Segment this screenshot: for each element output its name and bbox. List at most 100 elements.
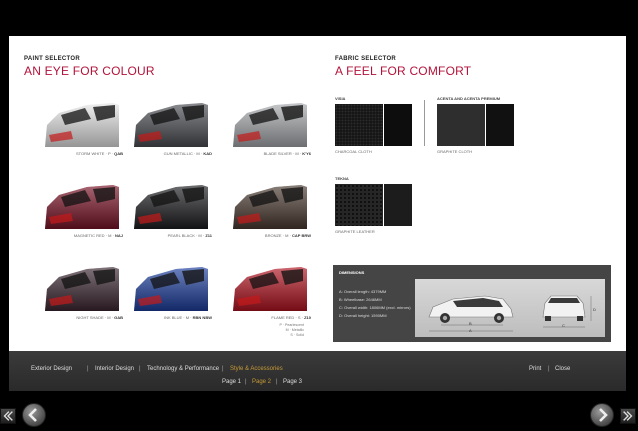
double-chevron-right-icon: [623, 411, 633, 421]
arrow-left-icon: [28, 408, 37, 422]
nav-separator: |: [87, 366, 89, 372]
swatch-leather-2[interactable]: [384, 184, 412, 226]
viewer: PAINT SELECTOR AN EYE FOR COLOUR STORM W…: [0, 0, 638, 431]
color-name: INK BLUE · M ·: [163, 315, 192, 320]
dimensions-panel: DIMENSIONS A: Overall length: 4379MM B: …: [333, 265, 611, 342]
nav-separator: |: [222, 366, 224, 372]
color-code: Z11: [205, 233, 212, 238]
car-rear-icon: [45, 185, 119, 229]
color-name: NIGHT SHADE · M ·: [76, 315, 113, 320]
color-code: K'Y6: [302, 151, 311, 156]
car-swatch[interactable]: [229, 177, 307, 229]
dimension-length: A: Overall length: 4379MM: [339, 289, 387, 294]
marker-b: B: [469, 321, 472, 326]
car-color-caption: MAGNETIC RED · M · NAJ: [33, 233, 123, 238]
swatch-graphite-1[interactable]: [437, 104, 485, 146]
paint-selector-title: AN EYE FOR COLOUR: [24, 64, 155, 78]
car-swatch[interactable]: [130, 95, 208, 147]
fabric-group-acenta: ACENTA AND ACENTA PREMIUM: [437, 96, 501, 101]
color-name: BLADE SILVER · M ·: [263, 151, 302, 156]
nav-separator: |: [548, 366, 550, 372]
dimension-wheelbase: B: Wheelbase: 2646MM: [339, 297, 382, 302]
page-3-link[interactable]: Page 3: [283, 379, 302, 385]
car-rear-icon: [134, 267, 208, 311]
car-rear-view: [542, 295, 586, 321]
swatch-graphite-2[interactable]: [486, 104, 514, 146]
car-swatch[interactable]: [229, 259, 307, 311]
dimension-diagram: B A C D: [415, 279, 605, 337]
car-swatch[interactable]: [130, 259, 208, 311]
car-rear-icon: [233, 185, 307, 229]
dimensions-heading: DIMENSIONS: [339, 270, 365, 275]
print-link[interactable]: Print: [529, 366, 541, 372]
fabric-selector-title: A FEEL FOR COMFORT: [335, 64, 472, 78]
color-name: MAGNETIC RED · M ·: [73, 233, 114, 238]
car-color-caption: INK BLUE · M · RBN NBW: [122, 315, 212, 320]
page-1-link[interactable]: Page 1: [222, 379, 241, 385]
next-page-button[interactable]: [590, 403, 614, 427]
car-swatch[interactable]: [41, 177, 119, 229]
note-metallic: M · Metallic: [285, 328, 304, 332]
car-side-view: [428, 295, 514, 323]
caption-graphite-leather: GRAPHITE LEATHER: [335, 229, 375, 234]
car-rear-icon: [45, 103, 119, 147]
previous-page-button[interactable]: [22, 403, 46, 427]
car-color-caption: FLAME RED · S · Z10: [221, 315, 311, 320]
fabric-group-visia: VISIA: [335, 96, 346, 101]
dimension-height: D: Overall height: 1590MM: [339, 313, 387, 318]
fabric-selector-label: FABRIC SELECTOR: [335, 56, 397, 62]
car-color-caption: NIGHT SHADE · M · GAB: [33, 315, 123, 320]
color-code: KAD: [203, 151, 212, 156]
nav-technology-performance[interactable]: Technology & Performance: [147, 366, 219, 372]
fabric-group-tekna: TEKNA: [335, 176, 349, 181]
nav-separator: |: [139, 366, 141, 372]
last-page-button[interactable]: [620, 408, 636, 424]
color-name: PEARL BLACK · M ·: [167, 233, 205, 238]
nav-style-accessories[interactable]: Style & Accessories: [230, 366, 283, 372]
color-code: RBN NBW: [192, 315, 212, 320]
marker-a: A: [469, 328, 472, 333]
car-color-caption: BLADE SILVER · M · K'Y6: [221, 151, 311, 156]
color-name: FLAME RED · S ·: [271, 315, 303, 320]
car-rear-icon: [134, 103, 208, 147]
divider: [424, 100, 425, 146]
close-link[interactable]: Close: [555, 366, 570, 372]
caption-charcoal-cloth: CHARCOAL CLOTH: [335, 149, 372, 154]
car-color-caption: BRONZE · M · CAP BRW: [221, 233, 311, 238]
car-swatch[interactable]: [229, 95, 307, 147]
first-page-button[interactable]: [0, 408, 16, 424]
car-color-caption: PEARL BLACK · M · Z11: [122, 233, 212, 238]
car-swatch[interactable]: [130, 177, 208, 229]
car-rear-icon: [233, 103, 307, 147]
color-name: GUN METALLIC · M ·: [163, 151, 203, 156]
car-rear-icon: [233, 267, 307, 311]
paint-selector-label: PAINT SELECTOR: [24, 56, 80, 62]
page-separator: |: [276, 379, 278, 385]
swatch-charcoal-1[interactable]: [335, 104, 383, 146]
car-swatch[interactable]: [41, 95, 119, 147]
car-color-caption: STORM WHITE · P · QAB: [33, 151, 123, 156]
car-rear-icon: [134, 185, 208, 229]
arrow-right-icon: [599, 408, 608, 422]
page-2-link[interactable]: Page 2: [252, 379, 271, 385]
car-swatch[interactable]: [41, 259, 119, 311]
page-separator: |: [245, 379, 247, 385]
note-solid: S · Solid: [290, 333, 304, 337]
color-name: STORM WHITE · P ·: [76, 151, 113, 156]
double-chevron-left-icon: [3, 411, 13, 421]
car-rear-icon: [45, 267, 119, 311]
note-pearlescent: P · Pearlescent: [279, 323, 304, 327]
color-code: Z10: [304, 315, 311, 320]
marker-d: D: [593, 307, 596, 312]
color-code: CAP BRW: [292, 233, 311, 238]
caption-graphite-cloth: GRAPHITE CLOTH: [437, 149, 473, 154]
dimension-width: C: Overall width: 1806MM (excl. mirrors): [339, 305, 411, 310]
color-name: BRONZE · M ·: [264, 233, 291, 238]
swatch-charcoal-2[interactable]: [384, 104, 412, 146]
car-color-caption: GUN METALLIC · M · KAD: [122, 151, 212, 156]
nav-exterior-design[interactable]: Exterior Design: [31, 366, 72, 372]
marker-c: C: [562, 323, 565, 328]
brochure-page: PAINT SELECTOR AN EYE FOR COLOUR STORM W…: [9, 36, 626, 351]
swatch-leather-1[interactable]: [335, 184, 383, 226]
nav-interior-design[interactable]: Interior Design: [95, 366, 134, 372]
